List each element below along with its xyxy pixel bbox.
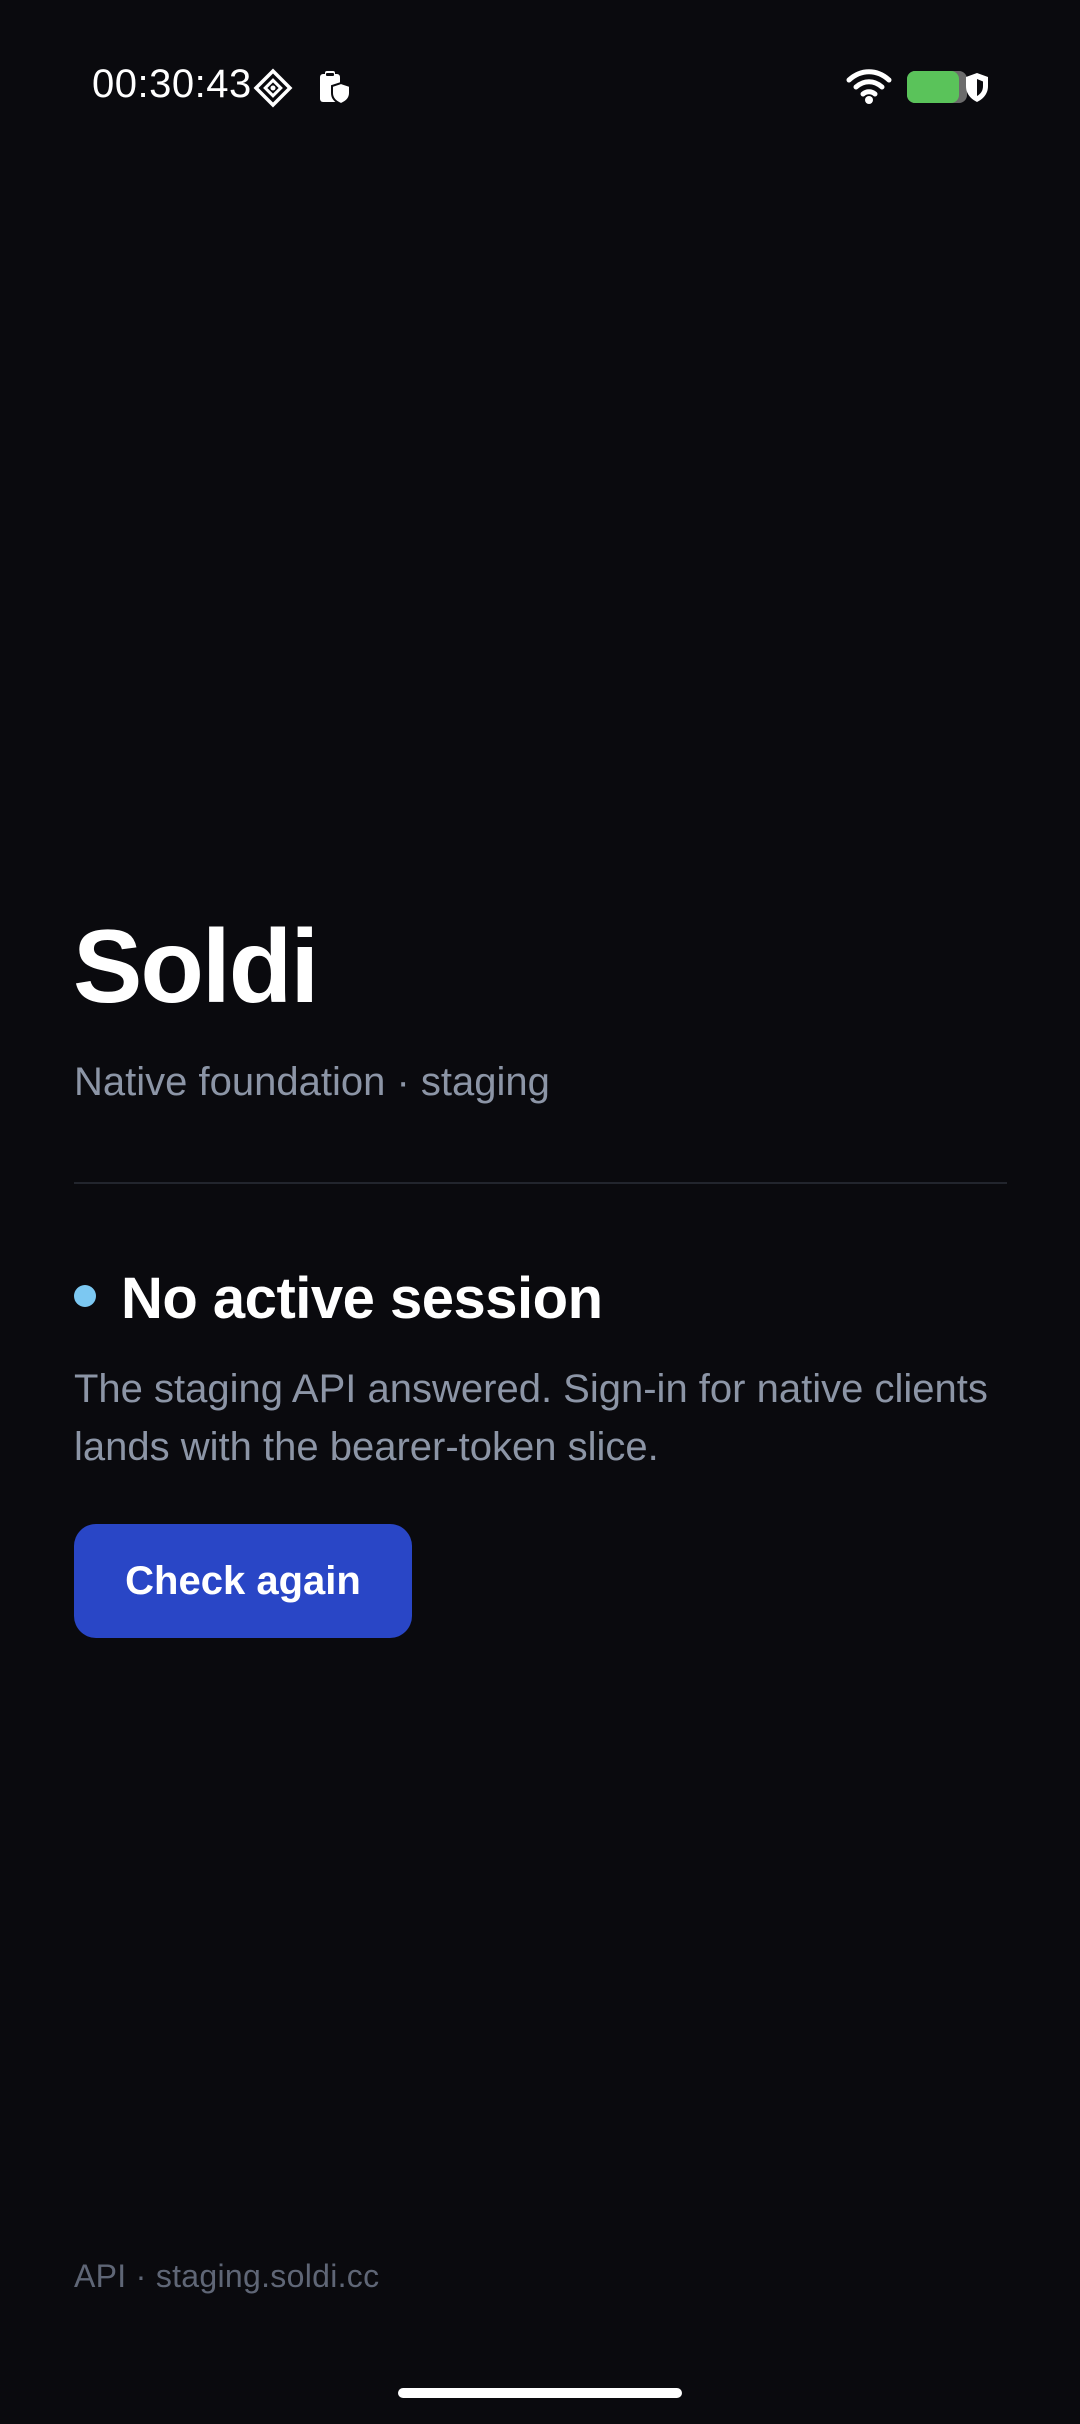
status-bar: 00:30:43 (0, 0, 1080, 180)
api-endpoint-label: API · staging.soldi.cc (74, 2258, 380, 2294)
puzzle-diamond-icon (253, 68, 293, 108)
shield-icon (966, 73, 988, 102)
clipboard-shield-icon (320, 71, 351, 106)
session-status-dot (74, 1285, 96, 1307)
session-message: The staging API answered. Sign-in for na… (74, 1367, 988, 1469)
check-again-button[interactable]: Check again (74, 1524, 412, 1638)
home-indicator[interactable] (398, 2388, 682, 2398)
status-time: 00:30:43 (92, 62, 252, 106)
session-heading: No active session (121, 1266, 603, 1331)
battery-icon (907, 71, 967, 103)
app-title: Soldi (73, 909, 319, 1025)
divider (74, 1182, 1007, 1184)
app-subtitle: Native foundation · staging (74, 1060, 550, 1104)
wifi-icon (846, 69, 892, 104)
